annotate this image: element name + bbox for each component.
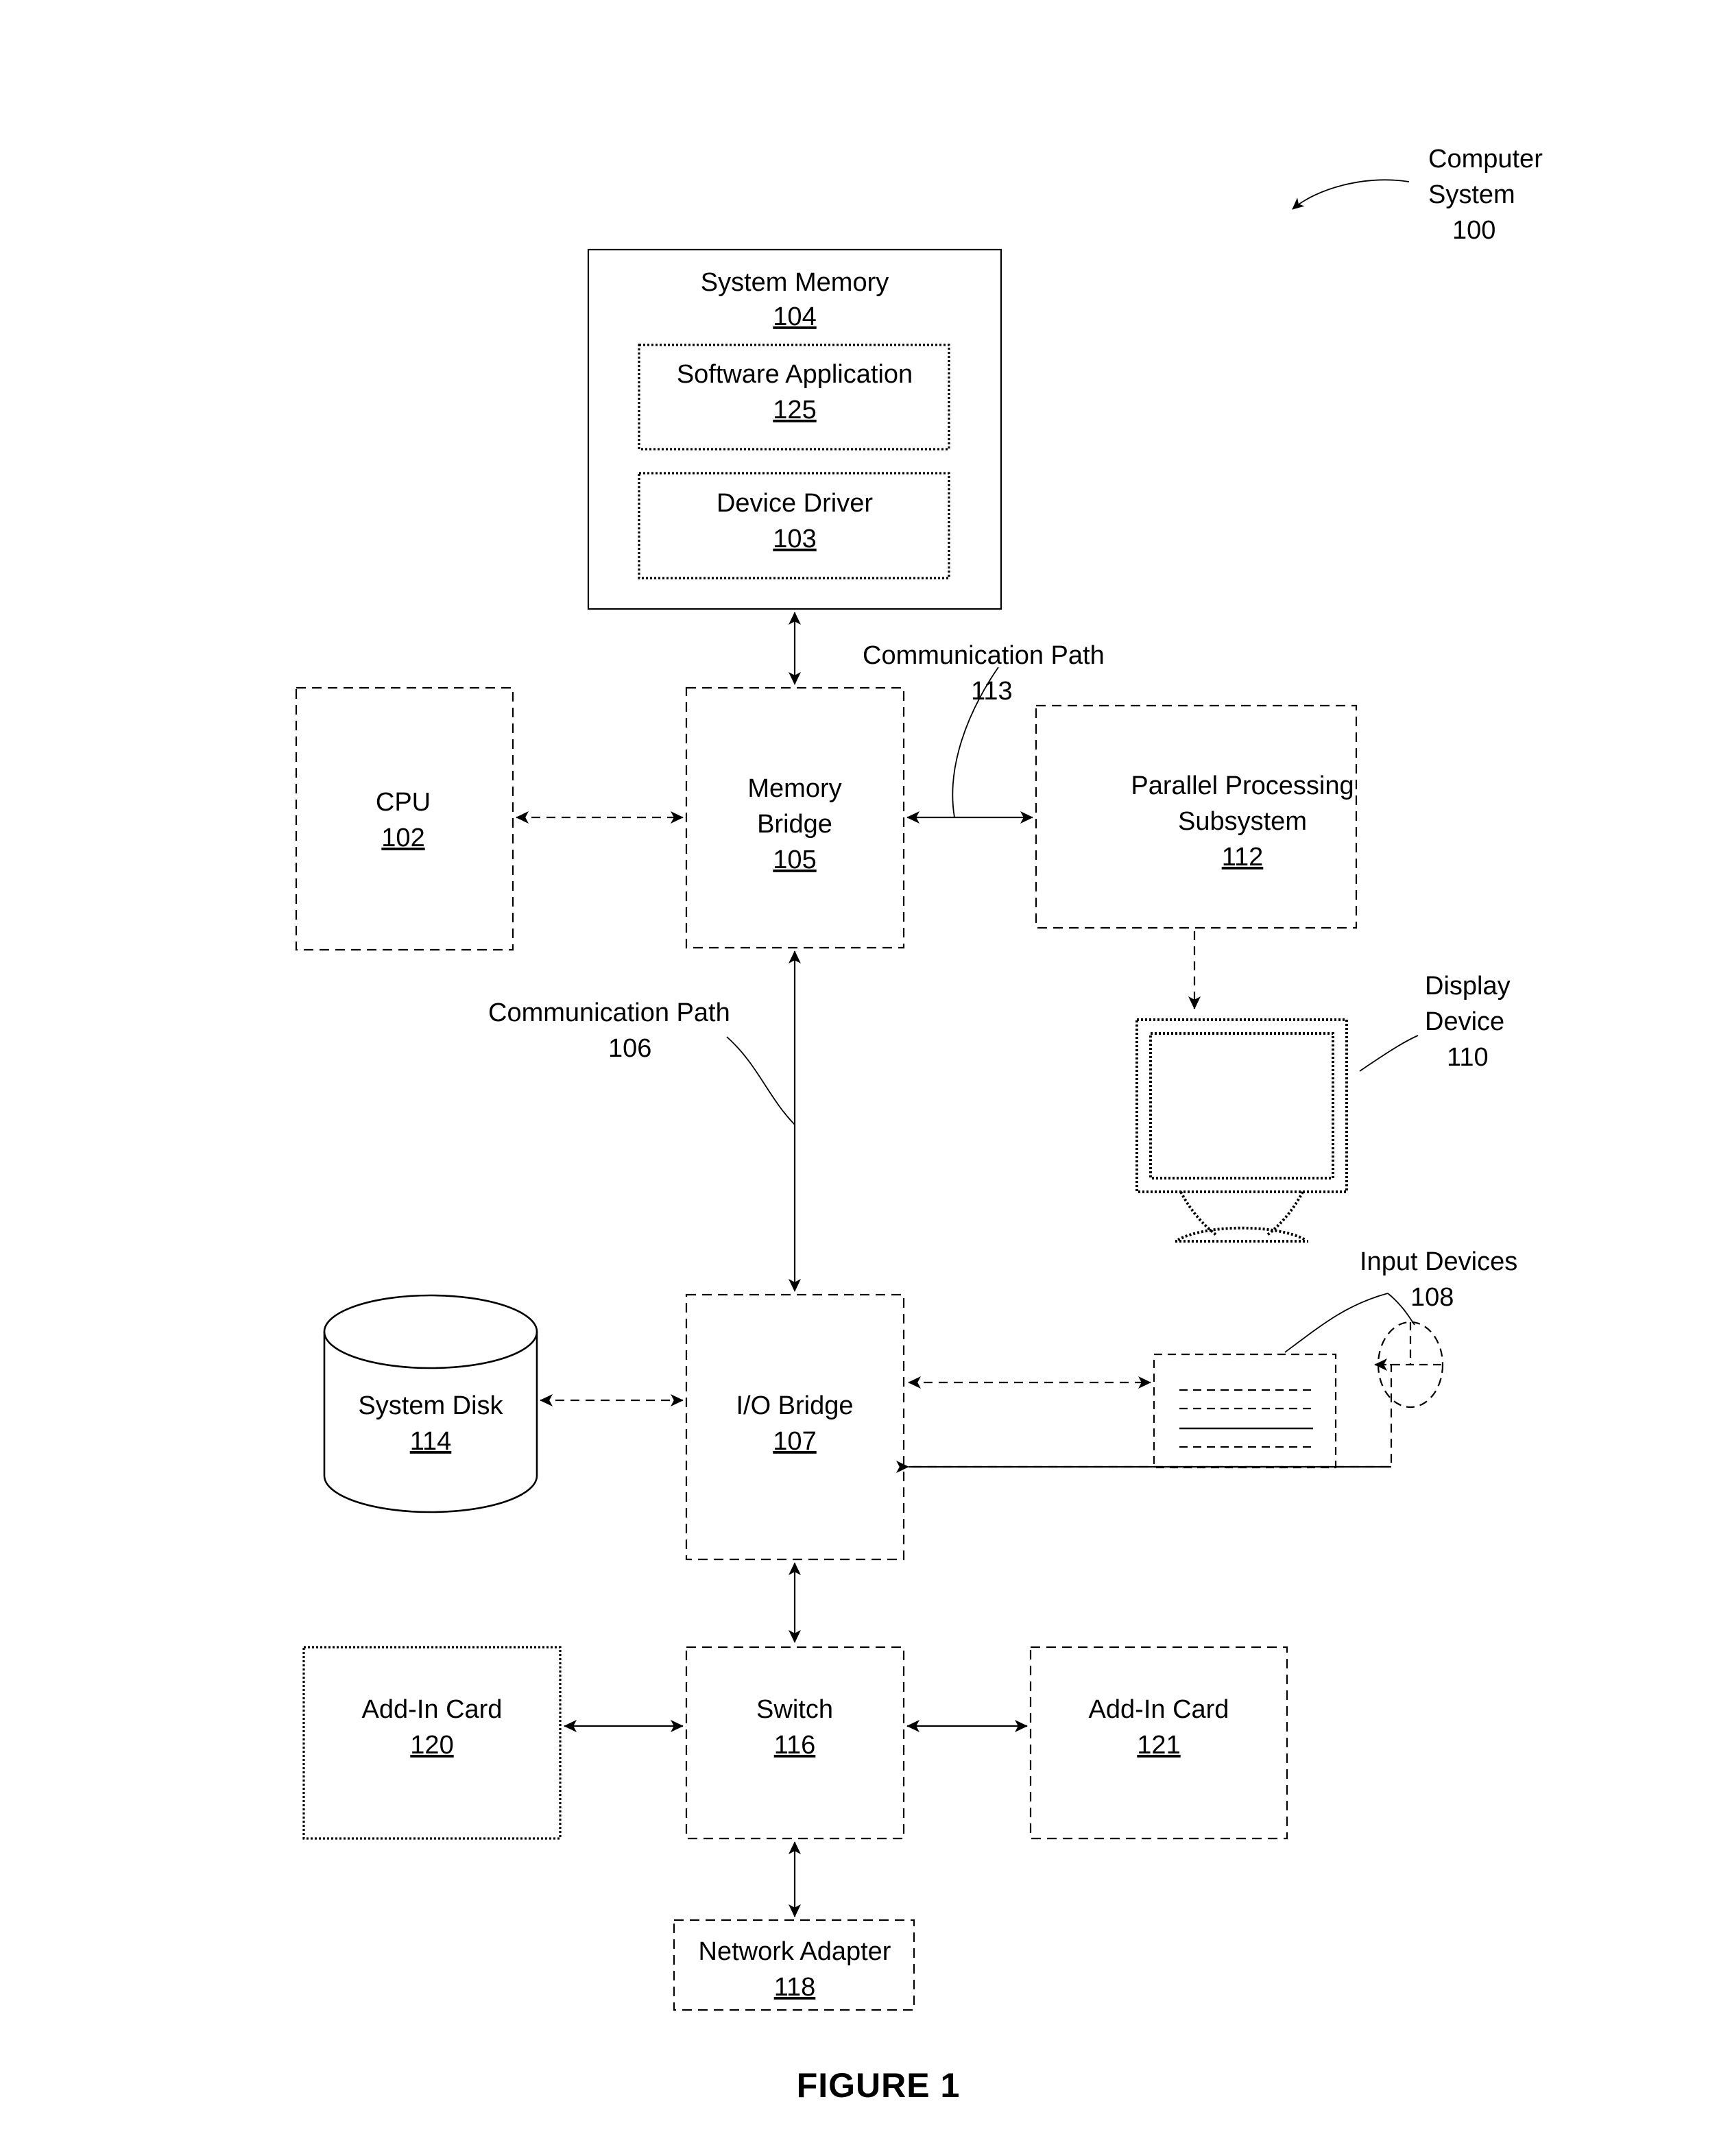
system-memory-ref: 104 xyxy=(773,302,816,331)
software-application-label: Software Application xyxy=(677,360,913,389)
memory-bridge-ref: 105 xyxy=(773,846,816,874)
switch-ref: 116 xyxy=(774,1731,816,1760)
input-devices-leader xyxy=(1284,1293,1415,1353)
add-in-card-120-label: Add-In Card xyxy=(362,1695,503,1724)
communication-path-106-ref: 106 xyxy=(608,1034,651,1063)
display-device-callout-line1: Display xyxy=(1425,972,1511,1001)
communication-path-113-label: Communication Path xyxy=(863,641,1105,670)
system-memory-label: System Memory xyxy=(701,268,889,297)
computer-system-block-diagram: Computer System 100 System Memory 104 So… xyxy=(295,145,1543,2105)
display-device-callout-ref: 110 xyxy=(1447,1043,1489,1072)
figure-caption: FIGURE 1 xyxy=(797,2066,961,2105)
add-in-card-121-ref: 121 xyxy=(1137,1731,1180,1760)
memory-bridge-label-line1: Memory xyxy=(747,774,841,803)
system-disk-ref: 114 xyxy=(410,1427,452,1456)
communication-path-113-ref: 113 xyxy=(971,677,1013,706)
communication-path-106-label: Communication Path xyxy=(488,998,730,1027)
io-bridge-label: I/O Bridge xyxy=(736,1391,853,1420)
connector-memory-bridge-to-pps xyxy=(906,667,1033,824)
pps-label-line1: Parallel Processing xyxy=(1131,771,1354,800)
display-device-monitor xyxy=(1135,1018,1419,1243)
io-bridge-ref: 107 xyxy=(773,1427,816,1456)
system-disk-label: System Disk xyxy=(358,1391,503,1420)
device-driver-label: Device Driver xyxy=(717,489,873,518)
device-driver-ref: 103 xyxy=(773,525,816,553)
network-adapter-ref: 118 xyxy=(774,1973,816,2002)
network-adapter-label: Network Adapter xyxy=(699,1937,891,1966)
cpu-ref: 102 xyxy=(381,824,424,852)
software-application-ref: 125 xyxy=(773,396,816,424)
pps-label-line2: Subsystem xyxy=(1178,807,1307,836)
computer-system-callout-line2: System xyxy=(1428,180,1515,209)
pps-ref: 112 xyxy=(1222,843,1264,872)
connector-mouse-to-io-bridge xyxy=(895,1358,1393,1474)
cpu-label: CPU xyxy=(376,788,431,817)
switch-label: Switch xyxy=(756,1695,833,1724)
patent-figure-page: Computer System 100 System Memory 104 So… xyxy=(0,0,1719,2156)
display-device-callout-line2: Device xyxy=(1425,1007,1504,1036)
input-devices-callout-ref: 108 xyxy=(1410,1283,1454,1312)
input-devices-callout-label: Input Devices xyxy=(1360,1247,1517,1276)
computer-system-leader xyxy=(1292,179,1410,210)
computer-system-callout-ref: 100 xyxy=(1452,216,1495,245)
keyboard-shape xyxy=(1153,1353,1337,1469)
memory-bridge-label-line2: Bridge xyxy=(757,810,832,839)
cpu-block xyxy=(295,686,514,951)
communication-path-106-leader xyxy=(726,1036,795,1125)
mouse-shape xyxy=(1377,1321,1444,1409)
add-in-card-120-ref: 120 xyxy=(410,1731,453,1760)
computer-system-callout-line1: Computer xyxy=(1428,145,1543,173)
add-in-card-121-label: Add-In Card xyxy=(1089,1695,1229,1724)
